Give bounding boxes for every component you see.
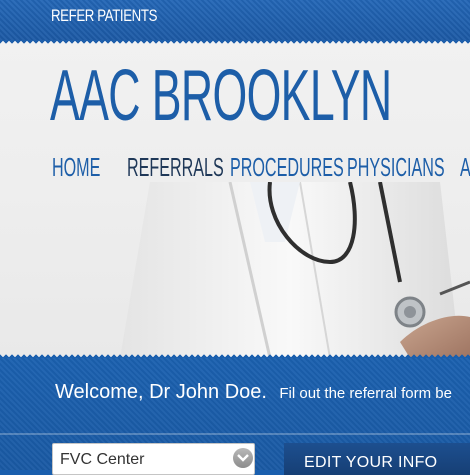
- divider: [0, 433, 470, 435]
- top-bar: REFER PATIENTS: [0, 0, 470, 40]
- refer-patients-link[interactable]: REFER PATIENTS: [51, 6, 157, 26]
- nav-procedures[interactable]: PROCEDURES: [230, 152, 344, 182]
- nav-physicians[interactable]: PHYSICIANS: [347, 152, 445, 182]
- site-title: AAC BROOKLYN: [50, 56, 392, 136]
- welcome-message: Welcome, Dr John Doe. Fil out the referr…: [55, 381, 452, 404]
- edit-info-button[interactable]: EDIT YOUR INFO: [284, 443, 470, 475]
- doctor-photo: [120, 182, 470, 358]
- nav-about[interactable]: A: [460, 152, 470, 182]
- welcome-greeting: Welcome, Dr John Doe.: [55, 381, 267, 403]
- nav-home[interactable]: HOME: [52, 152, 100, 182]
- nav-referrals[interactable]: REFERRALS: [127, 152, 224, 182]
- header-hero: AAC BROOKLYN HOME REFERRALS PROCEDURES P…: [0, 40, 470, 358]
- center-select[interactable]: FVC Center: [52, 443, 255, 475]
- zigzag-top-edge: [0, 40, 470, 46]
- center-select-value: FVC Center: [60, 451, 145, 468]
- chevron-down-icon[interactable]: [233, 448, 253, 468]
- welcome-instruction: Fil out the referral form be: [279, 385, 452, 402]
